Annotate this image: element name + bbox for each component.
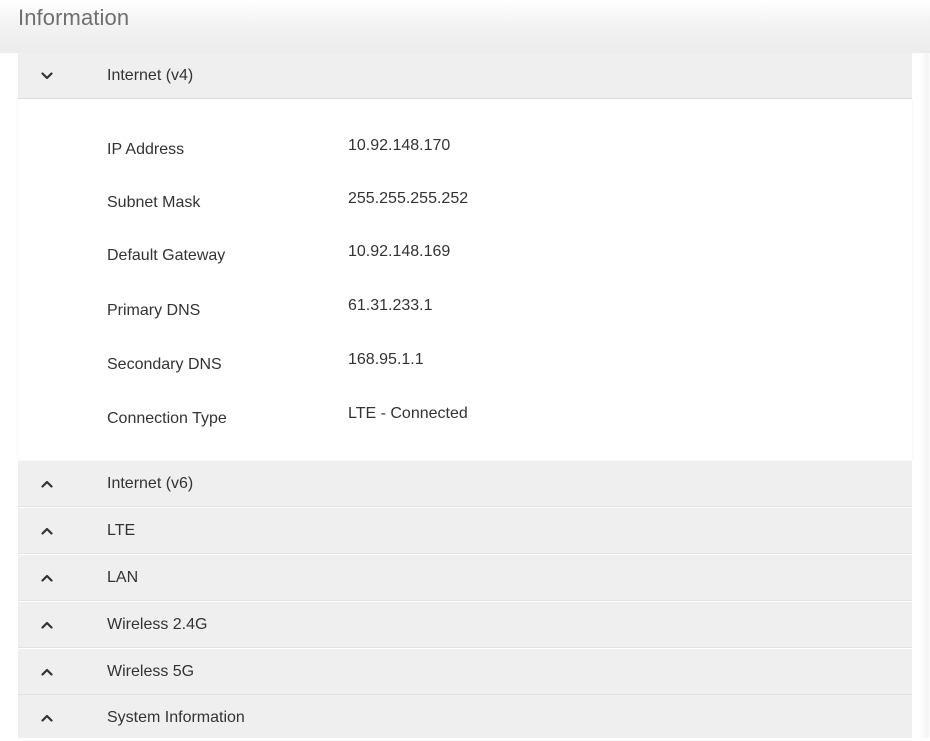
row-label: Connection Type xyxy=(107,410,227,427)
section-lte-header[interactable]: LTE xyxy=(18,508,912,554)
section-internet-v4-content: IP Address 10.92.148.170 Subnet Mask 255… xyxy=(18,99,912,460)
section-system-information-header[interactable]: System Information xyxy=(18,695,912,738)
info-row-ip-address: IP Address 10.92.148.170 xyxy=(18,137,912,167)
row-label: Primary DNS xyxy=(107,302,201,319)
section-label: System Information xyxy=(107,709,245,726)
section-wireless-5g-header[interactable]: Wireless 5G xyxy=(18,649,912,695)
chevron-up-icon xyxy=(32,461,62,507)
section-wireless-24g-header[interactable]: Wireless 2.4G xyxy=(18,602,912,648)
page-title: Information xyxy=(18,5,130,30)
row-value: LTE - Connected xyxy=(348,405,468,422)
chevron-down-icon xyxy=(32,53,62,99)
info-row-secondary-dns: Secondary DNS 168.95.1.1 xyxy=(18,351,912,384)
chevron-up-icon xyxy=(32,602,62,648)
info-row-subnet-mask: Subnet Mask 255.255.255.252 xyxy=(18,190,912,221)
section-internet-v6-header[interactable]: Internet (v6) xyxy=(18,461,912,507)
row-value: 168.95.1.1 xyxy=(348,351,424,368)
section-label: Wireless 5G xyxy=(107,663,195,680)
info-row-connection-type: Connection Type LTE - Connected xyxy=(18,405,912,438)
section-label: Internet (v4) xyxy=(107,67,194,84)
section-internet-v4-header[interactable]: Internet (v4) xyxy=(18,53,912,99)
section-label: LAN xyxy=(107,569,139,586)
row-value: 61.31.233.1 xyxy=(348,297,433,314)
title-bar: Information xyxy=(0,0,930,53)
row-value: 255.255.255.252 xyxy=(348,190,469,207)
section-lan-header[interactable]: LAN xyxy=(18,555,912,601)
chevron-up-icon xyxy=(32,508,62,554)
chevron-up-icon xyxy=(32,695,62,741)
info-row-primary-dns: Primary DNS 61.31.233.1 xyxy=(18,297,912,330)
section-label: LTE xyxy=(107,522,136,539)
info-row-default-gateway: Default Gateway 10.92.148.169 xyxy=(18,243,912,275)
row-label: Subnet Mask xyxy=(107,194,201,211)
row-label: Secondary DNS xyxy=(107,356,222,373)
row-value: 10.92.148.170 xyxy=(348,137,451,154)
chevron-up-icon xyxy=(32,649,62,695)
row-value: 10.92.148.169 xyxy=(348,243,451,260)
section-label: Internet (v6) xyxy=(107,475,194,492)
section-label: Wireless 2.4G xyxy=(107,616,208,633)
row-label: Default Gateway xyxy=(107,247,226,264)
row-label: IP Address xyxy=(107,141,185,158)
chevron-up-icon xyxy=(32,555,62,601)
